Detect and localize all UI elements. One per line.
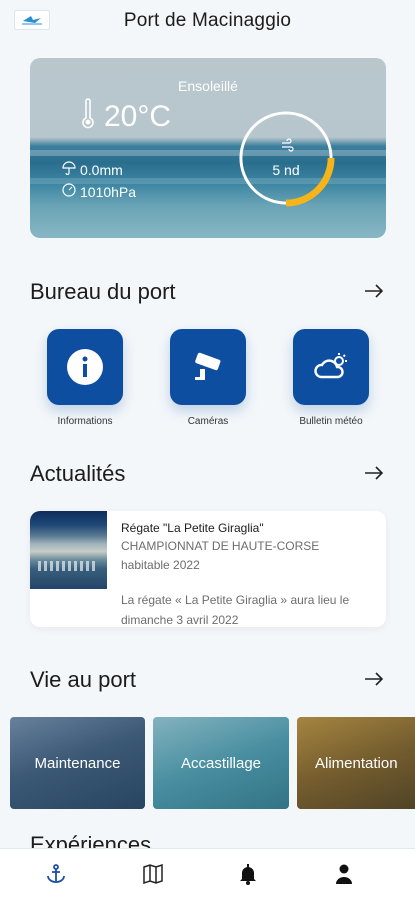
weather-card[interactable]: Ensoleillé 20°C 0.0mm 1010hPa 5 nd (30, 58, 386, 238)
page-title: Port de Macinaggio (123, 10, 292, 31)
actualites-arrow-icon[interactable] (363, 462, 385, 484)
news-description: La régate « La Petite Giraglia » aura li… (121, 593, 350, 627)
pressure-value: 1010hPa (80, 183, 137, 200)
gauge-icon (62, 183, 76, 200)
rain-row: 0.0mm (62, 161, 123, 178)
news-subtitle: CHAMPIONNAT DE HAUTE-CORSE (121, 539, 320, 553)
temperature-value: 20°C (104, 99, 172, 133)
accastillage-label: Accastillage (180, 754, 262, 772)
nav-profile[interactable] (333, 863, 355, 885)
news-card[interactable]: Régate "La Petite Giraglia" CHAMPIONNAT … (30, 511, 386, 627)
vie-item-alimentation[interactable]: Alimentation (297, 717, 415, 809)
bulletin-meteo-label: Bulletin météo (299, 416, 363, 427)
vie-item-accastillage[interactable]: Accastillage (153, 717, 289, 809)
cameras-button[interactable] (170, 329, 246, 405)
section-title-bureau: Bureau du port (30, 279, 176, 304)
map-icon (143, 863, 163, 885)
user-icon (336, 864, 352, 884)
section-title-actualites: Actualités (30, 461, 126, 486)
camera-icon (195, 352, 221, 380)
bulletin-meteo-button[interactable] (293, 329, 369, 405)
app-header: Port de Macinaggio (0, 0, 415, 42)
wind-gauge (239, 111, 335, 207)
weather-cloud-icon (314, 353, 347, 379)
nav-notifications[interactable] (237, 863, 259, 885)
umbrella-icon (62, 161, 76, 178)
bottom-navbar (0, 848, 415, 900)
informations-label: Informations (57, 416, 113, 427)
wind-speed-value: 5 nd (272, 162, 300, 178)
news-title: Régate "La Petite Giraglia" (121, 521, 264, 535)
nav-map[interactable] (142, 863, 164, 885)
nav-anchor[interactable] (45, 863, 67, 885)
maintenance-label: Maintenance (34, 754, 121, 772)
thermometer-icon (80, 98, 96, 135)
news-subtitle-2: habitable 2022 (121, 558, 200, 572)
vie-item-maintenance[interactable]: Maintenance (10, 717, 145, 809)
anchor-icon (47, 864, 65, 883)
cameras-label: Caméras (187, 416, 229, 427)
vie-arrow-icon[interactable] (363, 668, 385, 690)
alimentation-label: Alimentation (315, 754, 398, 772)
weather-condition: Ensoleillé (178, 78, 238, 94)
bureau-arrow-icon[interactable] (363, 280, 385, 302)
informations-button[interactable] (47, 329, 123, 405)
rain-value: 0.0mm (80, 161, 123, 178)
pressure-row: 1010hPa (62, 183, 136, 200)
news-image (30, 511, 107, 589)
info-icon (67, 349, 103, 385)
port-logo (14, 10, 50, 30)
temperature-row: 20°C (80, 98, 171, 135)
section-title-vie: Vie au port (30, 667, 137, 692)
bell-icon (240, 864, 256, 885)
wind-icon (280, 138, 294, 152)
